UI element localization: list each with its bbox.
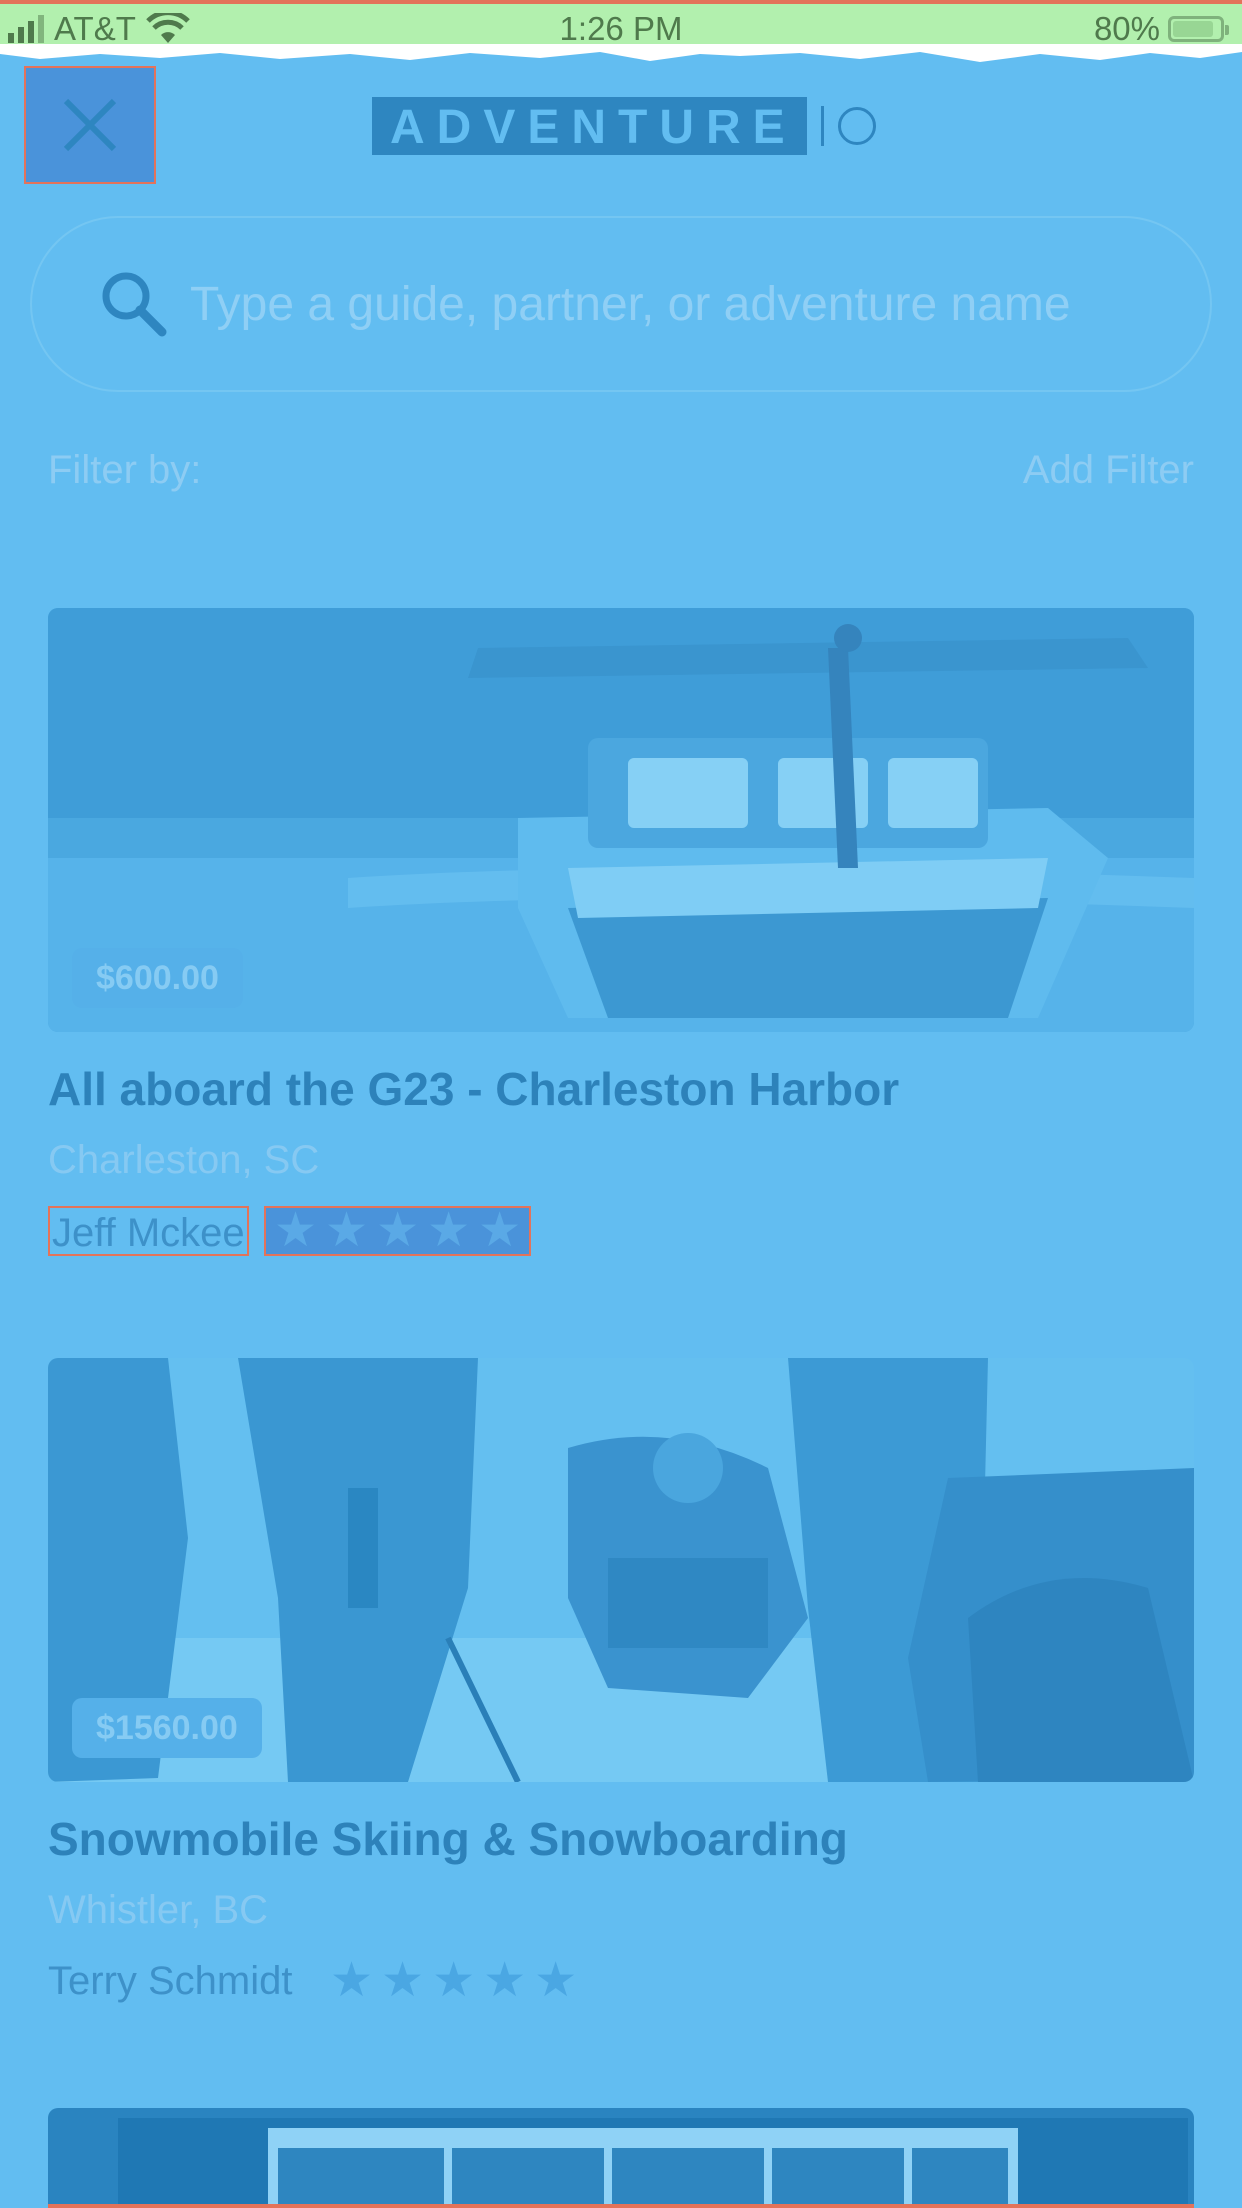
status-bar: AT&T 1:26 PM 80%	[0, 0, 1242, 50]
star-icon: ★	[330, 1954, 374, 2007]
host-name-link[interactable]: Jeff Mckee	[48, 1206, 249, 1256]
add-filter-button[interactable]: Add Filter	[1023, 448, 1194, 493]
star-icon: ★	[483, 1954, 527, 2007]
search-icon	[102, 272, 167, 337]
card-title[interactable]: Snowmobile Skiing & Snowboarding	[48, 1812, 848, 1866]
star-icon: ★	[325, 1204, 369, 1257]
logo-wordmark: ADVENTURE	[372, 97, 807, 155]
card-location: Charleston, SC	[48, 1138, 320, 1182]
clock: 1:26 PM	[559, 10, 683, 47]
star-icon: ★	[376, 1204, 420, 1257]
close-icon	[63, 98, 117, 152]
card-title[interactable]: All aboard the G23 - Charleston Harbor	[48, 1062, 899, 1116]
card-location: Whistler, BC	[48, 1888, 269, 1932]
interior-photo[interactable]	[48, 2108, 1194, 2208]
price-badge: $1560.00	[72, 1698, 262, 1758]
close-button[interactable]	[24, 66, 156, 184]
battery-icon	[1168, 16, 1229, 42]
search-bar[interactable]	[30, 216, 1212, 392]
star-icon: ★	[381, 1954, 425, 2007]
logo-circle	[837, 107, 876, 145]
logo-divider	[820, 106, 824, 146]
torn-edge	[0, 44, 1242, 62]
star-icon: ★	[427, 1204, 471, 1257]
battery-level	[1173, 21, 1213, 37]
app-logo: ADVENTURE	[372, 97, 876, 155]
star-icon: ★	[534, 1954, 578, 2007]
search-input[interactable]	[188, 275, 1152, 333]
price-badge: $600.00	[72, 948, 243, 1008]
star-icon: ★	[432, 1954, 476, 2007]
rating-stars[interactable]: ★ ★ ★ ★ ★	[264, 1204, 532, 1257]
star-icon: ★	[274, 1204, 318, 1257]
boat-photo[interactable]: $600.00	[48, 608, 1194, 1032]
snowmobile-photo[interactable]: $1560.00	[48, 1358, 1194, 1782]
rating-stars[interactable]: ★ ★ ★ ★ ★	[330, 1956, 577, 2006]
filter-label: Filter by:	[48, 448, 202, 492]
star-icon: ★	[478, 1204, 522, 1257]
interior-photo-graphic	[48, 2108, 1194, 2208]
battery-percentage: 80%	[1093, 10, 1160, 47]
host-name-link[interactable]: Terry Schmidt	[48, 1956, 293, 2006]
